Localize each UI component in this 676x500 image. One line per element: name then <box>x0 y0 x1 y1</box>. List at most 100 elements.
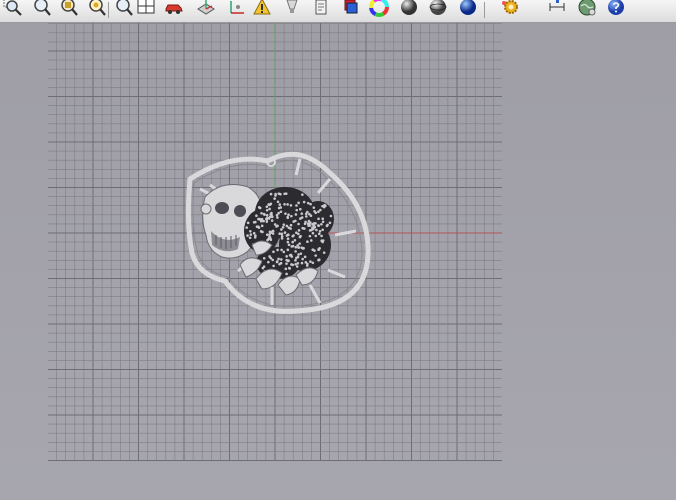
magnifier-icon[interactable] <box>113 0 135 18</box>
pave-stone <box>289 223 293 227</box>
magnifier-window-icon[interactable] <box>2 0 24 18</box>
pave-stone <box>292 220 295 223</box>
globe-icon[interactable] <box>576 0 598 18</box>
pave-stone <box>321 239 325 242</box>
pave-stone <box>321 217 325 221</box>
blue-sphere-icon[interactable] <box>457 0 479 18</box>
pave-stone <box>245 226 249 229</box>
construction-grid <box>48 23 502 461</box>
pave-stone <box>311 261 315 265</box>
pave-stone <box>297 222 300 226</box>
pave-stone <box>265 220 269 223</box>
magnifier-selected-icon[interactable] <box>86 0 108 18</box>
pave-stone <box>255 225 259 229</box>
grid-views-icon[interactable] <box>135 0 157 18</box>
pave-stone <box>296 255 300 259</box>
pave-stone <box>273 197 276 200</box>
car-view-icon[interactable] <box>163 0 185 18</box>
dimension-icon[interactable] <box>546 0 568 18</box>
pave-stone <box>315 228 318 232</box>
rendered-sphere-icon[interactable] <box>427 0 449 18</box>
pave-stone <box>294 250 297 253</box>
pave-stone <box>268 255 271 258</box>
pave-stone <box>318 229 322 233</box>
pave-stone <box>277 206 281 210</box>
pave-stone <box>280 228 283 231</box>
pave-stone <box>289 227 292 230</box>
pave-stone <box>259 218 262 222</box>
pave-stone <box>268 215 272 219</box>
pave-stone <box>316 224 320 227</box>
pave-stone <box>279 261 283 265</box>
pave-stone <box>317 258 320 262</box>
pave-stone <box>265 213 269 217</box>
pave-stone <box>305 215 308 218</box>
pave-stone <box>253 236 257 239</box>
pave-stone <box>307 219 311 223</box>
pave-stone <box>280 232 284 236</box>
magnifier-extents-icon[interactable] <box>58 0 80 18</box>
pave-stone <box>309 239 313 242</box>
pave-stone <box>257 206 261 209</box>
pave-stone <box>312 227 315 231</box>
document-properties-icon[interactable] <box>310 0 332 18</box>
pave-stone <box>299 252 303 255</box>
pave-stone <box>308 224 312 227</box>
pave-stone <box>308 234 312 238</box>
pave-stone <box>317 217 320 221</box>
pave-stone <box>262 219 265 223</box>
pave-stone <box>314 222 317 225</box>
pave-stone <box>265 208 269 212</box>
pave-stone <box>320 234 323 238</box>
pave-stone <box>300 212 304 215</box>
pave-stone <box>293 238 297 242</box>
pave-stone <box>304 220 307 224</box>
pave-stone <box>309 214 313 218</box>
pave-stone <box>276 200 280 204</box>
pave-stone <box>269 237 272 241</box>
pave-stone <box>283 192 286 196</box>
pave-stone <box>321 228 325 232</box>
pave-stone <box>314 211 318 215</box>
pave-stone <box>282 223 286 226</box>
light-bulb-icon[interactable] <box>281 0 303 18</box>
warning-snap-icon[interactable] <box>251 0 273 18</box>
pave-stone <box>284 212 287 215</box>
pave-stone <box>255 214 258 218</box>
pave-stone <box>267 260 270 264</box>
pave-stone <box>269 212 272 216</box>
gear-sun-icon[interactable] <box>498 0 520 18</box>
cplane-icon[interactable] <box>195 0 217 18</box>
pave-stone <box>295 231 298 235</box>
shaded-sphere-icon[interactable] <box>398 0 420 18</box>
pave-stone <box>281 225 285 229</box>
layers-icon[interactable] <box>340 0 362 18</box>
pave-stone <box>290 245 294 248</box>
toolbar-separator <box>484 2 485 18</box>
help-icon[interactable] <box>605 0 627 18</box>
pave-stone <box>275 213 279 217</box>
pave-stone <box>286 237 290 241</box>
color-wheel-icon[interactable] <box>368 0 390 18</box>
pave-stone <box>285 262 288 265</box>
pave-stone <box>298 242 301 245</box>
pave-stone <box>246 234 249 237</box>
pave-stone <box>248 236 252 240</box>
pave-stone <box>324 204 327 208</box>
pave-stone <box>280 258 283 261</box>
axis-icon[interactable] <box>226 0 248 18</box>
pave-stone <box>262 256 266 260</box>
pave-stone <box>306 240 309 244</box>
pave-stone <box>261 266 265 270</box>
top-viewport[interactable] <box>0 23 676 500</box>
pave-stone <box>286 203 289 206</box>
pave-stone <box>249 230 252 233</box>
magnifier-icon[interactable] <box>31 0 53 18</box>
pave-stone <box>272 250 275 254</box>
pave-stone <box>303 255 307 259</box>
pave-stone <box>300 261 304 265</box>
pave-stone <box>299 217 302 220</box>
pave-stone <box>294 213 298 216</box>
pave-stone <box>269 192 273 196</box>
pave-stone <box>304 212 308 216</box>
